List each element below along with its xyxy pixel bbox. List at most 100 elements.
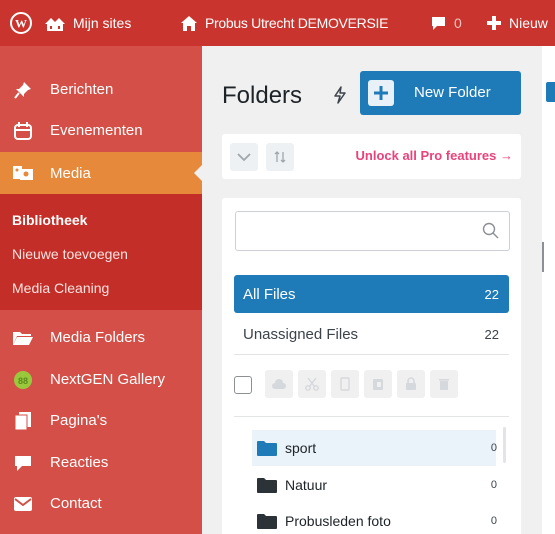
all-files-count: 22 <box>484 286 499 302</box>
lock-button[interactable] <box>397 370 425 398</box>
folder-tree-panel: All Files 22 Unassigned Files 22 sport 0… <box>222 198 521 534</box>
pin-icon <box>12 79 34 101</box>
menu-label: Berichten <box>50 80 114 98</box>
folder-open-icon <box>12 327 34 349</box>
folder-label: sport <box>285 440 317 456</box>
site-name-menu[interactable]: Probus Utrecht DEMOVERSIE <box>180 0 388 46</box>
folder-label: Probusleden foto <box>285 513 391 529</box>
sort-icon <box>274 151 286 163</box>
cloud-button[interactable] <box>265 370 293 398</box>
cut-button[interactable] <box>298 370 326 398</box>
unlock-pro-link[interactable]: Unlock all Pro features → <box>356 148 514 163</box>
sites-icon <box>45 18 65 31</box>
menu-label: NextGEN Gallery <box>50 370 166 388</box>
copy-icon <box>340 377 350 391</box>
menu-label: Reacties <box>50 453 109 471</box>
all-files-label: All Files <box>243 285 296 303</box>
folders-title: Folders <box>222 82 303 109</box>
menu-label: Pagina's <box>50 411 108 429</box>
folder-count: 0 <box>490 479 497 491</box>
nextgen-icon: 88 <box>12 369 34 391</box>
media-icon <box>12 162 34 184</box>
collapse-button[interactable] <box>230 143 258 171</box>
media-submenu: Bibliotheek Nieuwe toevoegen Media Clean… <box>0 194 202 310</box>
comment-bubble-icon <box>432 16 445 30</box>
comment-icon <box>12 452 34 474</box>
home-icon <box>181 15 197 31</box>
paste-button[interactable] <box>364 370 392 398</box>
delete-button[interactable] <box>430 370 458 398</box>
search-icon <box>482 222 499 244</box>
menu-item-contact[interactable]: Contact <box>0 483 202 523</box>
submenu-item-nieuwe-toevoegen[interactable]: Nieuwe toevoegen <box>12 246 128 262</box>
new-label: Nieuw <box>509 15 548 31</box>
menu-label: Media <box>50 164 91 182</box>
folder-icon <box>257 441 277 459</box>
folder-count: 0 <box>490 442 497 454</box>
calendar-icon <box>12 120 34 142</box>
cloud-icon <box>272 378 286 389</box>
toolbar-edge <box>546 82 555 102</box>
menu-label: Evenementen <box>50 121 143 139</box>
svg-text:W: W <box>15 17 27 31</box>
folder-icon <box>257 514 277 532</box>
resize-handle[interactable] <box>542 242 544 272</box>
all-files-item[interactable]: All Files 22 <box>234 275 509 313</box>
lock-icon <box>406 377 416 390</box>
new-folder-button[interactable]: New Folder <box>360 71 521 115</box>
folder-item-natuur[interactable]: Natuur 0 <box>252 467 497 503</box>
svg-text:88: 88 <box>18 376 28 386</box>
folder-count: 0 <box>490 515 497 527</box>
my-sites-menu[interactable]: Mijn sites <box>44 0 131 46</box>
plus-icon <box>487 16 501 30</box>
menu-item-evenementen[interactable]: Evenementen <box>0 110 202 150</box>
folders-sidebar-panel: Folders New Folder Unlock all Pro featur… <box>202 46 555 534</box>
admin-bar: W Mijn sites Probus Utrecht DEMOVERSIE 0… <box>0 0 555 46</box>
sort-button[interactable] <box>266 143 294 171</box>
tree-scrollbar[interactable] <box>503 427 506 463</box>
select-all-checkbox[interactable] <box>234 376 252 394</box>
wordpress-logo-icon[interactable]: W <box>10 0 32 46</box>
folder-search-input[interactable] <box>235 211 510 251</box>
unassigned-files-count: 22 <box>484 326 499 342</box>
paste-icon <box>373 379 383 390</box>
menu-item-berichten[interactable]: Berichten <box>0 69 202 109</box>
menu-label: Contact <box>50 494 102 512</box>
pages-icon <box>12 410 34 432</box>
pro-toolbar: Unlock all Pro features → <box>222 134 521 179</box>
site-name-label: Probus Utrecht DEMOVERSIE <box>205 15 389 31</box>
mail-icon <box>12 493 34 515</box>
unassigned-files-label: Unassigned Files <box>243 325 359 343</box>
comments-menu[interactable]: 0 <box>430 0 462 46</box>
scissors-icon <box>305 377 319 391</box>
comments-count: 0 <box>454 15 462 31</box>
divider <box>234 416 509 417</box>
chevron-down-icon <box>237 152 251 161</box>
menu-item-media-folders[interactable]: Media Folders <box>0 317 202 357</box>
content-area-edge <box>542 46 555 534</box>
folder-item-probusleden-foto[interactable]: Probusleden foto 0 <box>252 503 497 534</box>
bulk-action-toolbar <box>234 370 509 400</box>
app-window: W Mijn sites Probus Utrecht DEMOVERSIE 0… <box>0 0 555 534</box>
my-sites-label: Mijn sites <box>73 15 132 31</box>
unassigned-files-item[interactable]: Unassigned Files 22 <box>234 315 509 353</box>
trash-icon <box>439 379 449 390</box>
new-content-menu[interactable]: Nieuw <box>486 0 548 46</box>
active-indicator <box>194 165 202 181</box>
menu-label: Media Folders <box>50 328 146 346</box>
divider <box>234 354 509 355</box>
folder-item-sport[interactable]: sport 0 <box>252 430 497 466</box>
menu-item-nextgen-gallery[interactable]: 88 NextGEN Gallery <box>0 359 202 399</box>
submenu-item-media-cleaning[interactable]: Media Cleaning <box>12 280 109 296</box>
folder-icon <box>257 478 277 496</box>
plus-icon <box>368 80 394 106</box>
copy-button[interactable] <box>331 370 359 398</box>
bolt-icon[interactable] <box>332 86 348 109</box>
menu-item-reacties[interactable]: Reacties <box>0 442 202 482</box>
submenu-item-bibliotheek[interactable]: Bibliotheek <box>12 212 87 228</box>
menu-item-media[interactable]: Media <box>0 152 202 194</box>
admin-sidebar: Berichten Evenementen Media Bibliotheek … <box>0 46 202 534</box>
new-folder-label: New Folder <box>414 84 491 101</box>
folder-label: Natuur <box>285 477 328 493</box>
menu-item-paginas[interactable]: Pagina's <box>0 400 202 440</box>
